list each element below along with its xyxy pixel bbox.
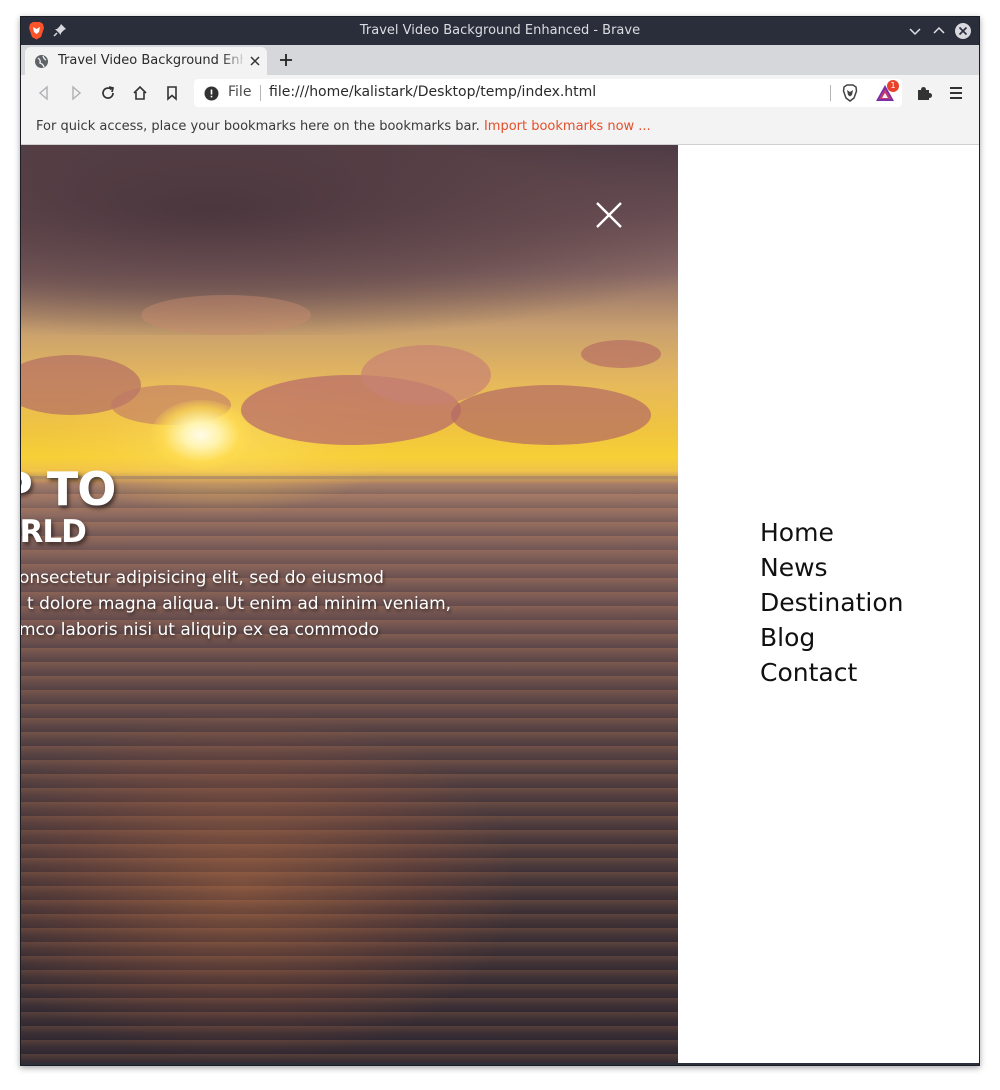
sun: [151, 400, 251, 470]
hero-paragraph: onsectetur adipisicing elit, sed do eius…: [21, 565, 621, 643]
globe-icon: [35, 55, 48, 68]
nav-item-news[interactable]: News: [760, 550, 903, 585]
nav-menu: Home News Destination Blog Contact: [760, 515, 903, 690]
horizon-line: [21, 476, 678, 479]
tab-active[interactable]: Travel Video Background Enhanced: [25, 47, 267, 75]
hero-heading-line1: OP TO: [21, 462, 116, 516]
brave-shield-icon[interactable]: [841, 84, 859, 102]
url-scheme-label: File: [228, 84, 252, 100]
page-viewport: OP TO WORLD onsectetur adipisicing elit,…: [21, 145, 979, 1063]
bookmarks-bar: For quick access, place your bookmarks h…: [21, 111, 979, 145]
bookmarks-message: For quick access, place your bookmarks h…: [36, 119, 480, 134]
close-x-icon[interactable]: [594, 200, 624, 230]
window-title: Travel Video Background Enhanced - Brave: [359, 23, 641, 38]
back-icon[interactable]: [36, 85, 52, 101]
tab-title: Travel Video Background Enhanced: [58, 53, 243, 68]
navigation-toolbar: File file:///home/kalistark/Desktop/temp…: [21, 75, 979, 111]
hero-paragraph-line: mco laboris nisi ut aliquip ex ea commod…: [21, 620, 380, 640]
nav-panel: Home News Destination Blog Contact: [678, 145, 979, 1063]
nav-item-destination[interactable]: Destination: [760, 585, 903, 620]
cloud: [451, 385, 651, 445]
minimize-icon[interactable]: [906, 22, 924, 40]
extensions-icon[interactable]: [915, 84, 933, 102]
hero-video-background: OP TO WORLD onsectetur adipisicing elit,…: [21, 145, 678, 1063]
bookmarks-hint: For quick access, place your bookmarks h…: [36, 119, 651, 134]
tab-close-icon[interactable]: [249, 55, 261, 67]
cloud: [581, 340, 661, 368]
title-bar: Travel Video Background Enhanced - Brave: [21, 17, 979, 45]
nav-item-blog[interactable]: Blog: [760, 620, 903, 655]
tab-strip: Travel Video Background Enhanced: [21, 45, 979, 75]
url-text[interactable]: file:///home/kalistark/Desktop/temp/inde…: [269, 84, 596, 100]
info-icon[interactable]: [204, 86, 219, 101]
menu-icon[interactable]: [949, 85, 963, 101]
hero-paragraph-line: onsectetur adipisicing elit, sed do eius…: [21, 568, 384, 588]
url-separator-right: [830, 85, 831, 101]
forward-icon[interactable]: [68, 85, 84, 101]
cloud: [141, 295, 311, 335]
hero-heading-line2: WORLD: [21, 514, 87, 550]
rewards-badge: 1: [887, 80, 899, 92]
bookmark-icon[interactable]: [164, 85, 180, 101]
nav-item-home[interactable]: Home: [760, 515, 903, 550]
dark-clouds: [21, 145, 678, 335]
browser-window: Travel Video Background Enhanced - Brave…: [20, 16, 980, 1066]
reload-icon[interactable]: [100, 85, 116, 101]
maximize-icon[interactable]: [930, 22, 948, 40]
new-tab-icon[interactable]: [279, 53, 293, 67]
window-close-icon[interactable]: [954, 22, 972, 40]
hero-paragraph-line: t dolore magna aliqua. Ut enim ad minim …: [27, 594, 452, 614]
nav-item-contact[interactable]: Contact: [760, 655, 903, 690]
home-icon[interactable]: [132, 85, 148, 101]
import-bookmarks-link[interactable]: Import bookmarks now ...: [484, 119, 651, 134]
url-separator: [260, 85, 261, 101]
tab-title-fade: [221, 51, 247, 71]
address-bar[interactable]: File file:///home/kalistark/Desktop/temp…: [194, 79, 902, 107]
hero-heading: OP TO WORLD: [21, 462, 116, 550]
